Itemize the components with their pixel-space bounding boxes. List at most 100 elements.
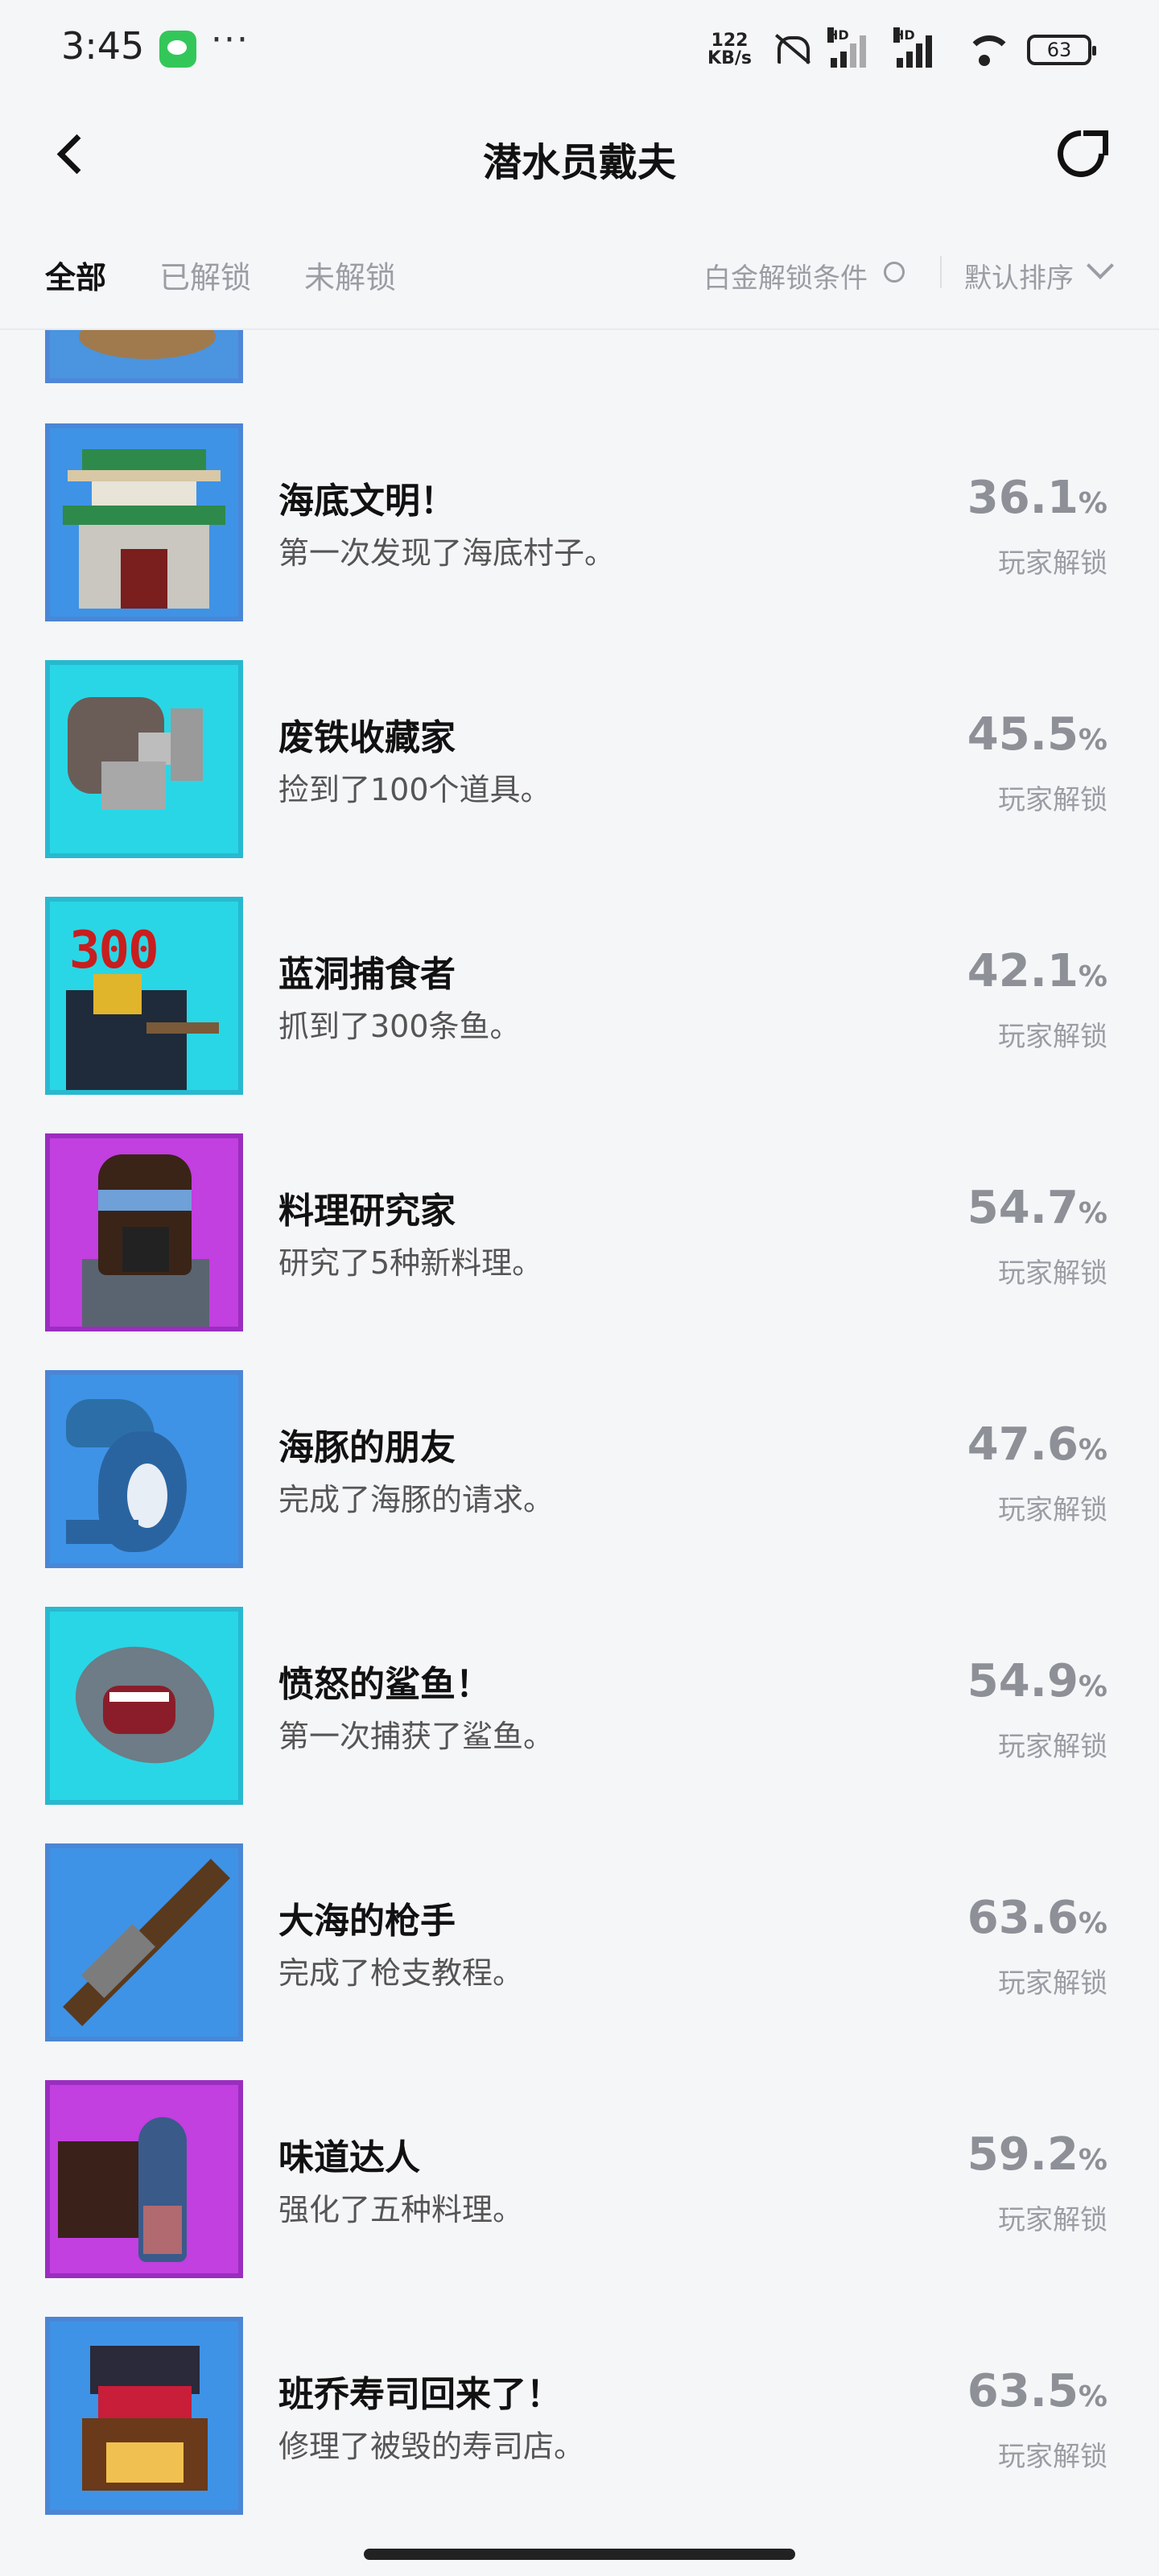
achievement-title: 海豚的朋友: [278, 1427, 456, 1468]
home-indicator[interactable]: [364, 2549, 795, 2560]
unlock-percent: 36.1%: [967, 472, 1107, 524]
network-speed-value: 122: [711, 31, 749, 51]
unlock-percent: 63.6%: [967, 1892, 1107, 1944]
achievement-title: 废铁收藏家: [278, 717, 456, 758]
percent-value: 47.6: [967, 1418, 1079, 1471]
percent-value: 59.2: [967, 2128, 1079, 2181]
achievement-title: 蓝洞捕食者: [278, 954, 456, 995]
achievement-desc: 第一次捕获了鲨鱼。: [278, 1719, 555, 1754]
filter-bar: 全部 已解锁 未解锁 白金解锁条件 默认排序: [0, 242, 1159, 330]
unlock-label: 玩家解锁: [998, 1731, 1107, 1763]
network-speed: 122 KB/s: [707, 32, 752, 68]
percent-value: 63.5: [967, 2365, 1079, 2417]
hd-label: HD: [827, 27, 849, 43]
unlock-percent: 54.9%: [967, 1655, 1107, 1707]
percent-value: 54.9: [967, 1655, 1079, 1707]
temple-icon: [45, 423, 243, 621]
percent-unit: %: [1078, 487, 1107, 520]
scrap-hammer-icon: [45, 660, 243, 858]
harpoon-gun-icon: [45, 1843, 243, 2041]
achievement-desc: 修理了被毁的寿司店。: [278, 2429, 585, 2464]
achievement-title: 海底文明！: [278, 481, 456, 522]
unlock-label: 玩家解锁: [998, 1967, 1107, 2000]
signal-1-icon: HD: [827, 27, 879, 68]
achievement-desc: 捡到了100个道具。: [278, 772, 551, 807]
percent-unit: %: [1078, 960, 1107, 993]
radio-circle-icon[interactable]: [884, 262, 905, 283]
unlock-label: 玩家解锁: [998, 547, 1107, 580]
status-time: 3:45: [61, 24, 145, 68]
percent-value: 45.5: [967, 708, 1079, 761]
platinum-condition-toggle[interactable]: 白金解锁条件: [703, 256, 868, 295]
network-speed-unit: KB/s: [707, 48, 752, 68]
percent-unit: %: [1078, 724, 1107, 757]
battery-icon: 63: [1027, 35, 1096, 65]
list-item[interactable]: 海豚的朋友 完成了海豚的请求。 47.6% 玩家解锁: [0, 1370, 1159, 1607]
achievement-title: 大海的枪手: [278, 1901, 456, 1942]
unlock-percent: 45.5%: [967, 708, 1107, 761]
unlock-percent: 42.1%: [967, 945, 1107, 997]
shark-icon: [45, 1607, 243, 1805]
unlock-percent: 59.2%: [967, 2128, 1107, 2181]
hd-label: HD: [893, 27, 915, 43]
achievement-title: 料理研究家: [278, 1191, 456, 1232]
battery-level: 63: [1046, 39, 1072, 61]
sushi-shop-icon: [45, 2317, 243, 2515]
dolphin-icon: [45, 1370, 243, 1568]
achievement-desc: 第一次发现了海底村子。: [278, 535, 616, 571]
achievement-desc: 强化了五种料理。: [278, 2192, 524, 2227]
percent-unit: %: [1078, 1907, 1107, 1940]
achievement-desc: 抓到了300条鱼。: [278, 1009, 521, 1044]
divider: [940, 256, 942, 288]
wifi-icon: [963, 32, 1013, 68]
chef-icon: [45, 1133, 243, 1331]
unlock-label: 玩家解锁: [998, 784, 1107, 816]
percent-unit: %: [1078, 1670, 1107, 1703]
percent-value: 63.6: [967, 1892, 1079, 1944]
achievement-desc: 完成了枪支教程。: [278, 1955, 524, 1991]
status-bar: 3:45 ··· 122 KB/s HD HD 63: [0, 0, 1159, 97]
sort-dropdown[interactable]: 默认排序: [964, 256, 1074, 295]
percent-value: 36.1: [967, 472, 1079, 524]
percent-unit: %: [1078, 1434, 1107, 1467]
page-title: 潜水员戴夫: [482, 140, 676, 185]
list-item[interactable]: 愤怒的鲨鱼！ 第一次捕获了鲨鱼。 54.9% 玩家解锁: [0, 1607, 1159, 1843]
unlock-percent: 54.7%: [967, 1182, 1107, 1234]
list-item[interactable]: 味道达人 强化了五种料理。 59.2% 玩家解锁: [0, 2080, 1159, 2317]
list-item[interactable]: 废铁收藏家 捡到了100个道具。 45.5% 玩家解锁: [0, 660, 1159, 897]
percent-value: 42.1: [967, 945, 1079, 997]
tab-all[interactable]: 全部: [45, 253, 106, 297]
signal-2-icon: HD: [893, 27, 945, 68]
list-item[interactable]: 海底文明！ 第一次发现了海底村子。 36.1% 玩家解锁: [0, 423, 1159, 660]
achievement-title: 愤怒的鲨鱼！: [278, 1664, 491, 1705]
diver-300-icon: 300: [45, 897, 243, 1095]
percent-value: 54.7: [967, 1182, 1079, 1234]
status-icons: 122 KB/s HD HD 63: [707, 27, 1096, 72]
tab-locked[interactable]: 未解锁: [304, 253, 396, 297]
nav-bar: 潜水员戴夫: [0, 105, 1159, 209]
achievement-title: 味道达人: [278, 2137, 420, 2178]
unlock-label: 玩家解锁: [998, 1021, 1107, 1053]
tab-unlocked[interactable]: 已解锁: [159, 253, 251, 297]
list-item[interactable]: 班乔寿司回来了！ 修理了被毁的寿司店。 63.5% 玩家解锁: [0, 2317, 1159, 2520]
chevron-down-icon[interactable]: [1087, 252, 1114, 279]
unlock-percent: 47.6%: [967, 1418, 1107, 1471]
list-item[interactable]: 300 蓝洞捕食者 抓到了300条鱼。 42.1% 玩家解锁: [0, 897, 1159, 1133]
mute-bell-icon: [769, 33, 813, 67]
unlock-percent: 63.5%: [967, 2365, 1107, 2417]
list-item[interactable]: 料理研究家 研究了5种新料理。 54.7% 玩家解锁: [0, 1133, 1159, 1370]
percent-unit: %: [1078, 1197, 1107, 1230]
percent-unit: %: [1078, 2144, 1107, 2177]
achievement-desc: 研究了5种新料理。: [278, 1245, 543, 1281]
partial-achievement-icon: [45, 330, 243, 383]
achievement-list[interactable]: 海底文明！ 第一次发现了海底村子。 36.1% 玩家解锁 废铁收藏家 捡到了10…: [0, 330, 1159, 2520]
list-item[interactable]: 大海的枪手 完成了枪支教程。 63.6% 玩家解锁: [0, 1843, 1159, 2080]
share-button[interactable]: [1050, 122, 1119, 192]
unlock-label: 玩家解锁: [998, 2204, 1107, 2236]
more-notifications-icon: ···: [211, 19, 250, 60]
unlock-label: 玩家解锁: [998, 1257, 1107, 1290]
fish-dish-icon: [45, 2080, 243, 2278]
percent-unit: %: [1078, 2380, 1107, 2413]
achievement-desc: 完成了海豚的请求。: [278, 1482, 555, 1517]
wechat-icon: [159, 31, 196, 68]
